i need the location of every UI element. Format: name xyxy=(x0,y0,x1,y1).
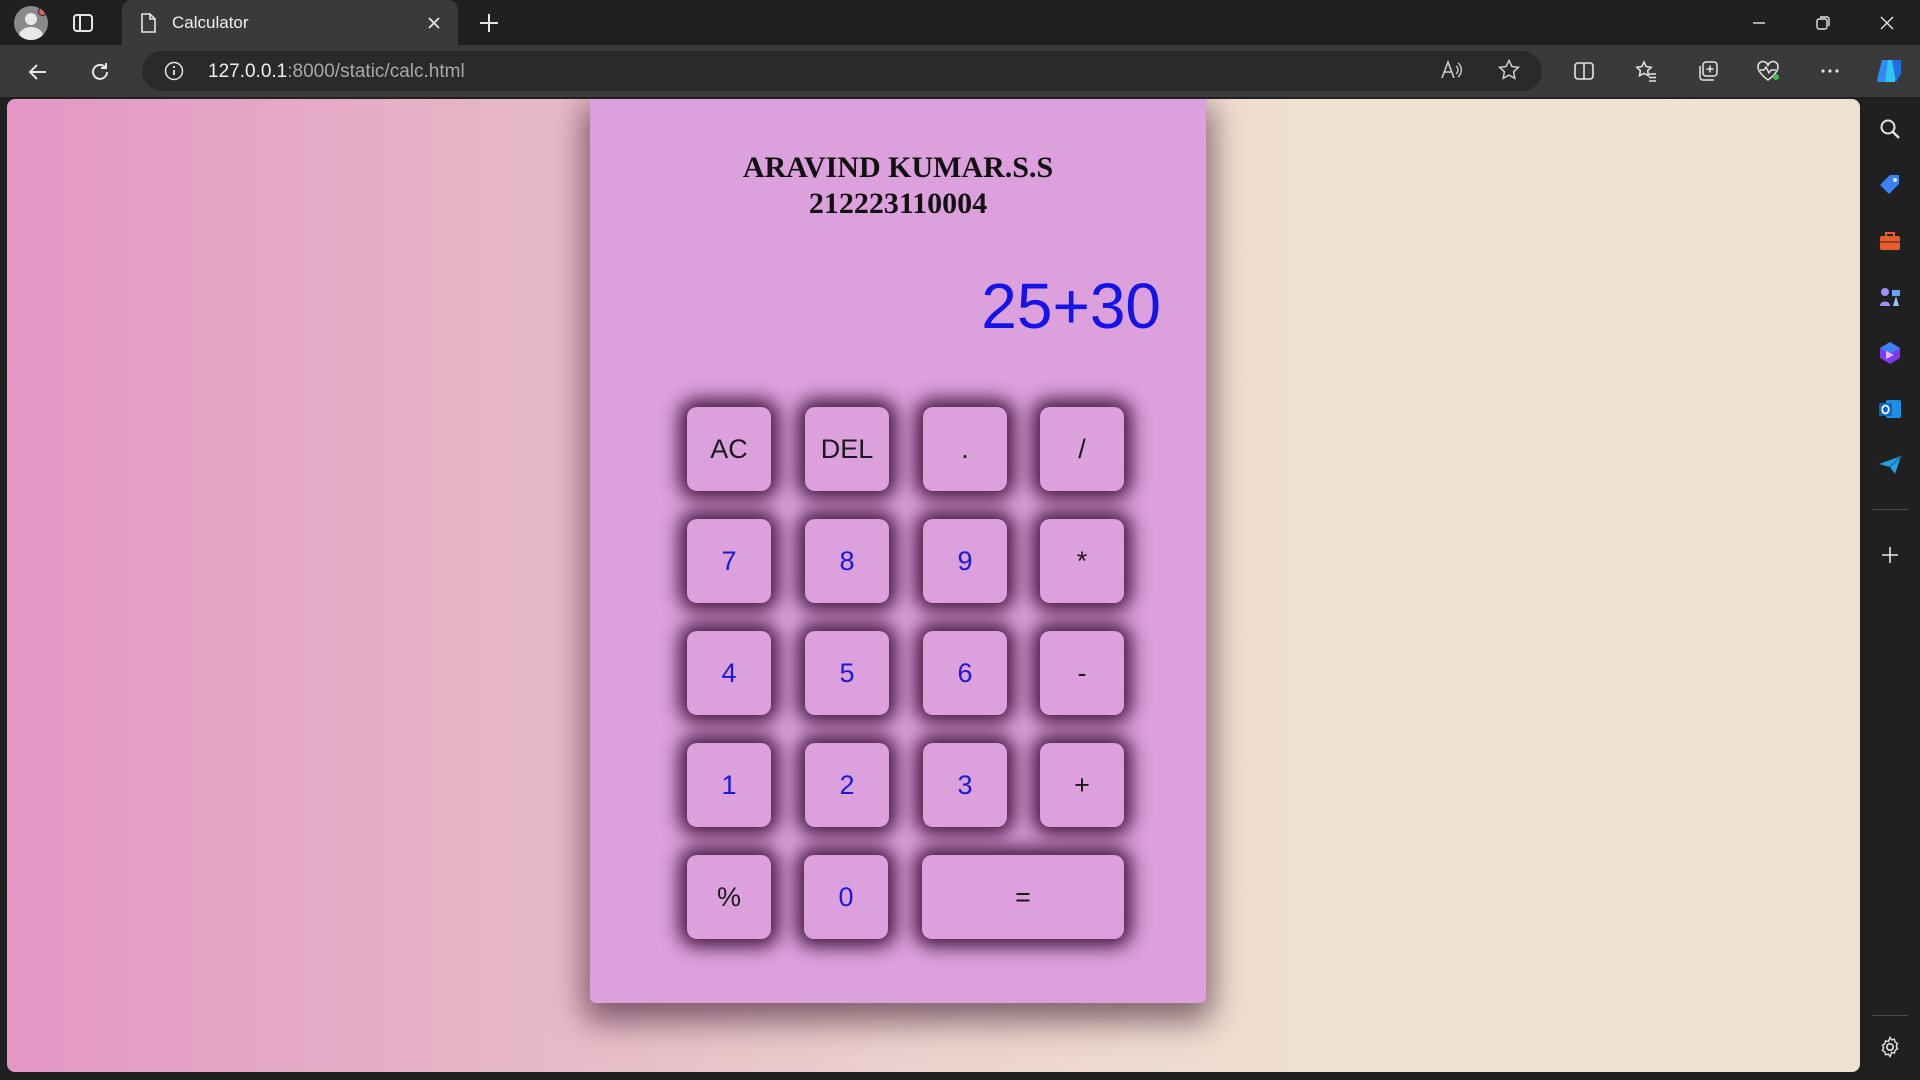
outlook-icon[interactable] xyxy=(1874,393,1906,425)
more-options-icon[interactable] xyxy=(1814,55,1846,87)
digit-8-button[interactable]: 8 xyxy=(805,519,889,603)
back-arrow-icon[interactable] xyxy=(20,54,56,90)
settings-gear-icon[interactable] xyxy=(1874,1031,1906,1063)
multiply-button[interactable]: * xyxy=(1040,519,1124,603)
browser-tab-strip: Calculator xyxy=(0,0,1920,45)
copilot-icon[interactable] xyxy=(1872,53,1908,89)
reload-icon[interactable] xyxy=(82,54,118,90)
add-sidebar-app-icon[interactable] xyxy=(1874,539,1906,571)
author-name: ARAVIND KUMAR.S.S xyxy=(742,151,1054,184)
search-icon[interactable] xyxy=(1874,113,1906,145)
page-icon xyxy=(141,12,156,33)
read-aloud-icon[interactable] xyxy=(1436,55,1466,85)
ac-button[interactable]: AC xyxy=(687,407,771,491)
percent-button[interactable]: % xyxy=(687,855,771,939)
split-screen-icon[interactable] xyxy=(1568,55,1600,87)
minus-button[interactable]: - xyxy=(1040,631,1124,715)
collections-icon[interactable] xyxy=(1692,55,1724,87)
author-id: 212223110004 xyxy=(808,187,988,220)
close-window-icon[interactable] xyxy=(1870,6,1904,40)
calculator-card: ARAVIND KUMAR.S.S 212223110004 25+30 AC … xyxy=(590,99,1206,1003)
restore-icon[interactable] xyxy=(1806,6,1840,40)
digit-2-button[interactable]: 2 xyxy=(805,743,889,827)
browser-sidebar xyxy=(1860,97,1920,1080)
tab-actions-icon[interactable] xyxy=(66,6,100,40)
microsoft-365-icon[interactable] xyxy=(1874,337,1906,369)
digit-4-button[interactable]: 4 xyxy=(687,631,771,715)
equals-button[interactable]: = xyxy=(922,855,1124,939)
tools-briefcase-icon[interactable] xyxy=(1874,225,1906,257)
address-bar[interactable]: 127.0.0.1:8000/static/calc.html xyxy=(142,51,1542,91)
digit-7-button[interactable]: 7 xyxy=(687,519,771,603)
browser-toolbar: 127.0.0.1:8000/static/calc.html xyxy=(0,45,1920,97)
tab-title: Calculator xyxy=(172,12,249,32)
profile-avatar-icon[interactable] xyxy=(14,6,48,40)
new-tab-icon[interactable] xyxy=(472,6,506,40)
digit-1-button[interactable]: 1 xyxy=(687,743,771,827)
digit-9-button[interactable]: 9 xyxy=(923,519,1007,603)
sidebar-divider-bottom xyxy=(1872,1015,1908,1016)
divide-button[interactable]: / xyxy=(1040,407,1124,491)
plus-button[interactable]: + xyxy=(1040,743,1124,827)
games-icon[interactable] xyxy=(1874,281,1906,313)
favorites-icon[interactable] xyxy=(1630,55,1662,87)
shopping-tag-icon[interactable] xyxy=(1874,169,1906,201)
url-text[interactable]: 127.0.0.1:8000/static/calc.html xyxy=(208,61,465,83)
add-favorite-star-icon[interactable] xyxy=(1494,55,1524,85)
sidebar-divider xyxy=(1872,509,1908,510)
digit-6-button[interactable]: 6 xyxy=(923,631,1007,715)
decimal-button[interactable]: . xyxy=(923,407,1007,491)
minimize-icon[interactable] xyxy=(1742,6,1776,40)
calculator-display: 25+30 xyxy=(981,270,1161,342)
send-plane-icon[interactable] xyxy=(1874,449,1906,481)
digit-0-button[interactable]: 0 xyxy=(804,855,888,939)
close-tab-icon[interactable] xyxy=(424,13,444,33)
digit-5-button[interactable]: 5 xyxy=(805,631,889,715)
digit-3-button[interactable]: 3 xyxy=(923,743,1007,827)
tab-calculator[interactable]: Calculator xyxy=(122,0,458,45)
browser-essentials-icon[interactable] xyxy=(1752,55,1784,87)
delete-button[interactable]: DEL xyxy=(805,407,889,491)
site-info-icon[interactable] xyxy=(164,61,184,81)
page-viewport: ARAVIND KUMAR.S.S 212223110004 25+30 AC … xyxy=(7,99,1860,1072)
